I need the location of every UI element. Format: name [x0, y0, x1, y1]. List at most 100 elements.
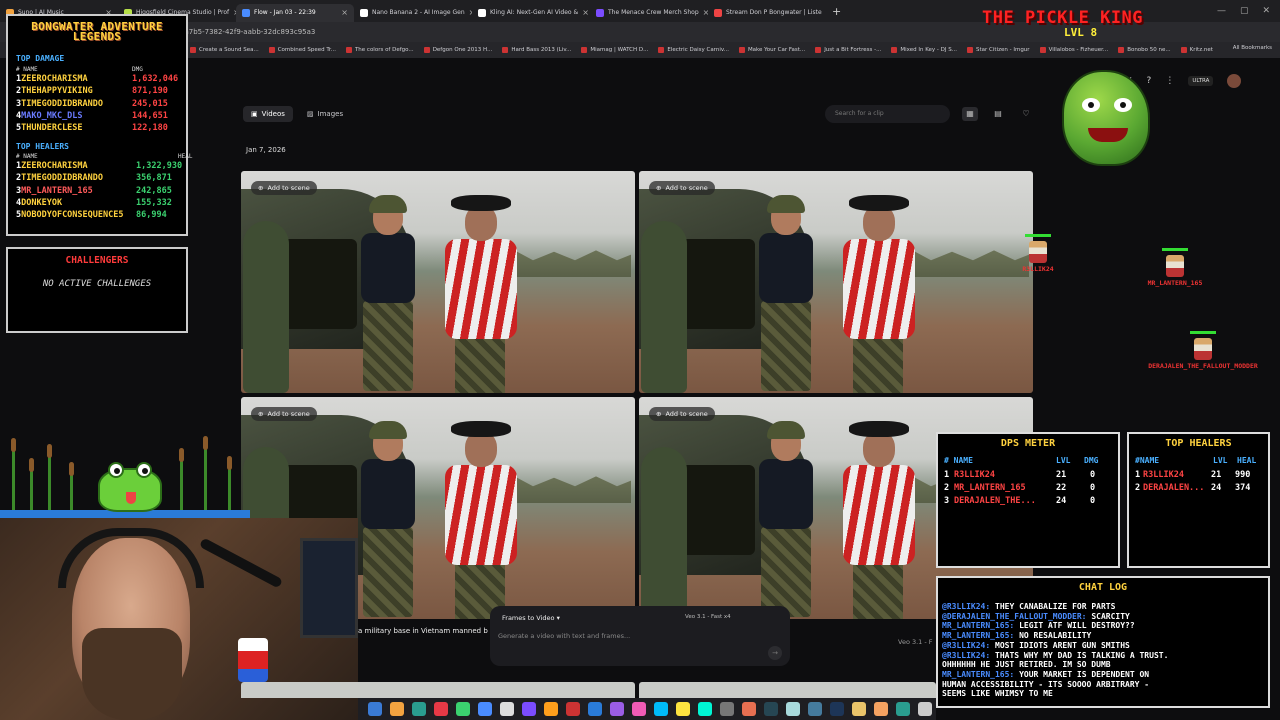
bookmark-item[interactable]: Make Your Car Fast... — [738, 47, 805, 53]
taskbar-app-icon[interactable] — [808, 702, 822, 716]
minimize-icon[interactable]: — — [1217, 6, 1226, 16]
chat-text: YOUR MARKET IS DEPENDENT ON — [1019, 669, 1150, 679]
damage-value: 0 — [1090, 496, 1096, 506]
player-name: THEHAPPYVIKING — [21, 86, 93, 97]
bookmark-item[interactable]: Defgon One 2013 H... — [423, 47, 492, 53]
healer-meter-panel: TOP HEALERS #NAME LVL HEAL 1 R3LLIK24 21 99… — [1127, 432, 1270, 568]
favorite-icon[interactable]: ♡ — [1018, 107, 1034, 121]
taskbar-app-icon[interactable] — [852, 702, 866, 716]
taskbar-app-icon[interactable] — [764, 702, 778, 716]
bookmark-item[interactable]: Miamag | WATCH D... — [581, 47, 648, 53]
bookmark-item[interactable]: The colors of Defgo... — [345, 47, 414, 53]
video-card[interactable]: ⊕ Add to scene — [639, 171, 1033, 393]
taskbar-app-icon[interactable] — [478, 702, 492, 716]
taskbar-app-icon[interactable] — [874, 702, 888, 716]
model-selector[interactable]: Veo 3.1 - Fast x4 — [685, 614, 731, 620]
prompt-input[interactable]: Generate a video with text and frames... — [498, 632, 630, 640]
grid-view-icon[interactable]: ▦ — [962, 107, 978, 121]
bookmark-item[interactable]: Create a Sound Sea... — [190, 47, 259, 53]
bookmark-item[interactable]: Mixed In Key - DJ S... — [891, 47, 957, 53]
taskbar-app-icon[interactable] — [786, 702, 800, 716]
taskbar-app-icon[interactable] — [588, 702, 602, 716]
add-to-scene-button[interactable]: ⊕ Add to scene — [649, 407, 715, 421]
taskbar-app-icon[interactable] — [456, 702, 470, 716]
more-menu-icon[interactable]: ⋮ — [1165, 76, 1174, 86]
new-tab-button[interactable]: + — [826, 5, 847, 18]
taskbar-app-icon[interactable] — [610, 702, 624, 716]
browser-tab[interactable]: Flow - Jan 03 - 22:39 × — [236, 3, 354, 22]
taskbar-app-icon[interactable] — [918, 702, 932, 716]
add-icon: ⊕ — [656, 184, 662, 192]
taskbar-app-icon[interactable] — [742, 702, 756, 716]
rank: 2 — [944, 483, 950, 493]
level-value: 24 — [1056, 496, 1067, 506]
taskbar-app-icon[interactable] — [698, 702, 712, 716]
prompt-mode-label: Frames to Video — [502, 614, 555, 622]
help-icon[interactable]: ? — [1147, 76, 1152, 86]
bookmark-item[interactable]: Hard Bass 2013 (Liv... — [502, 47, 571, 53]
maximize-icon[interactable]: ▢ — [1240, 6, 1249, 16]
character-icon — [1166, 255, 1184, 277]
chat-log-title: CHAT LOG — [1078, 582, 1128, 593]
close-tab-icon[interactable]: × — [341, 8, 348, 17]
video-card[interactable]: ⊕ Add to scene — [241, 171, 635, 393]
avatar[interactable] — [1227, 74, 1242, 88]
taskbar-app-icon[interactable] — [368, 702, 382, 716]
browser-tab[interactable]: The Menace Crew Merch Shop × — [590, 4, 708, 22]
bookmark-label: Just a Bit Fortress -... — [824, 47, 882, 53]
browser-tab[interactable]: Nano Banana 2 - AI Image Gen × — [354, 4, 472, 22]
add-to-scene-button[interactable]: ⊕ Add to scene — [649, 181, 715, 195]
player-name: ZEEROCHARISMA — [21, 74, 88, 84]
heal-value: 990 — [1235, 470, 1251, 480]
taskbar-app-icon[interactable] — [500, 702, 514, 716]
bookmark-item[interactable]: Villalobos - Fizheuer... — [1039, 47, 1108, 53]
bookmark-item[interactable]: Electric Daisy Carniv... — [658, 47, 729, 53]
taskbar-app-icon[interactable] — [654, 702, 668, 716]
send-arrow-icon[interactable]: → — [768, 646, 782, 660]
bookmark-label: Miamag | WATCH D... — [590, 47, 649, 53]
taskbar-app-icon[interactable] — [390, 702, 404, 716]
taskbar-app-icon[interactable] — [544, 702, 558, 716]
prompt-mode-dropdown[interactable]: Frames to Video ▾ — [502, 614, 560, 622]
bookmark-icon — [658, 47, 665, 53]
taskbar-app-icon[interactable] — [720, 702, 734, 716]
taskbar-app-icon[interactable] — [896, 702, 910, 716]
add-to-scene-button[interactable]: ⊕ Add to scene — [251, 407, 317, 421]
tab-label: Stream Don P Bongwater | Liste — [726, 9, 822, 16]
search-input[interactable]: Search for a clip — [825, 105, 950, 123]
tab-images[interactable]: ▨ Images — [299, 106, 351, 122]
bookmark-item[interactable]: Just a Bit Fortress -... — [815, 47, 881, 53]
taskbar-app-icon[interactable] — [676, 702, 690, 716]
person-figure — [751, 417, 821, 617]
chat-message: MR_LANTERN_165: YOUR MARKET IS DEPENDENT… — [942, 670, 1268, 680]
leaderboard-row: 5NOBODYOFCONSEQUENCE5 86,994 — [16, 210, 167, 221]
view-toggle: ▦ ▤ ♡ — [962, 107, 1034, 121]
bookmark-item[interactable]: Kritz.net — [1180, 47, 1213, 53]
taskbar-app-icon[interactable] — [830, 702, 844, 716]
browser-tab[interactable]: Stream Don P Bongwater | Liste× — [708, 4, 826, 22]
taskbar-app-icon[interactable] — [522, 702, 536, 716]
tab-videos[interactable]: ▣ Videos — [243, 106, 293, 122]
taskbar-app-icon[interactable] — [632, 702, 646, 716]
player-name: TIMEGODDIDBRANDO — [21, 98, 104, 109]
bookmark-item[interactable]: Bonobo 50 ne... — [1118, 47, 1171, 53]
close-window-icon[interactable]: ✕ — [1262, 6, 1270, 16]
taskbar-app-icon[interactable] — [566, 702, 580, 716]
close-tab-icon[interactable]: × — [582, 8, 589, 17]
chat-text: HUMAN ACCESSIBILITY - ITS SOOOO ARBITRAR… — [942, 679, 1150, 689]
player-name: NOBODYOFCONSEQUENCE5 — [21, 210, 124, 221]
browser-tab[interactable]: Kling AI: Next-Gen AI Video & × — [472, 4, 590, 22]
taskbar-app-icon[interactable] — [412, 702, 426, 716]
bookmark-item[interactable]: Star Citizen - Imgur — [967, 47, 1030, 53]
taskbar-app-icon[interactable] — [434, 702, 448, 716]
chat-message: @DERAJALEN_THE_FALLOUT_MODDER: SCARCITY — [942, 612, 1268, 622]
health-bar — [1025, 234, 1051, 237]
leaderboard-row: 1ZEEROCHARISMA 1,322,930 — [16, 161, 182, 171]
bookmark-item[interactable]: Combined Speed Tr... — [268, 47, 336, 53]
challengers-status: NO ACTIVE CHALLENGES — [42, 279, 152, 289]
url-field[interactable]: 3a7b5-7382-42f9-aabb-32dc893c95a3 — [180, 25, 780, 39]
all-bookmarks-link[interactable]: All Bookmarks — [1233, 45, 1272, 51]
add-to-scene-button[interactable]: ⊕ Add to scene — [251, 181, 317, 195]
list-view-icon[interactable]: ▤ — [990, 107, 1006, 121]
leaderboard-row: 4MAKO_MKC_DLS 144,651 — [16, 111, 168, 121]
